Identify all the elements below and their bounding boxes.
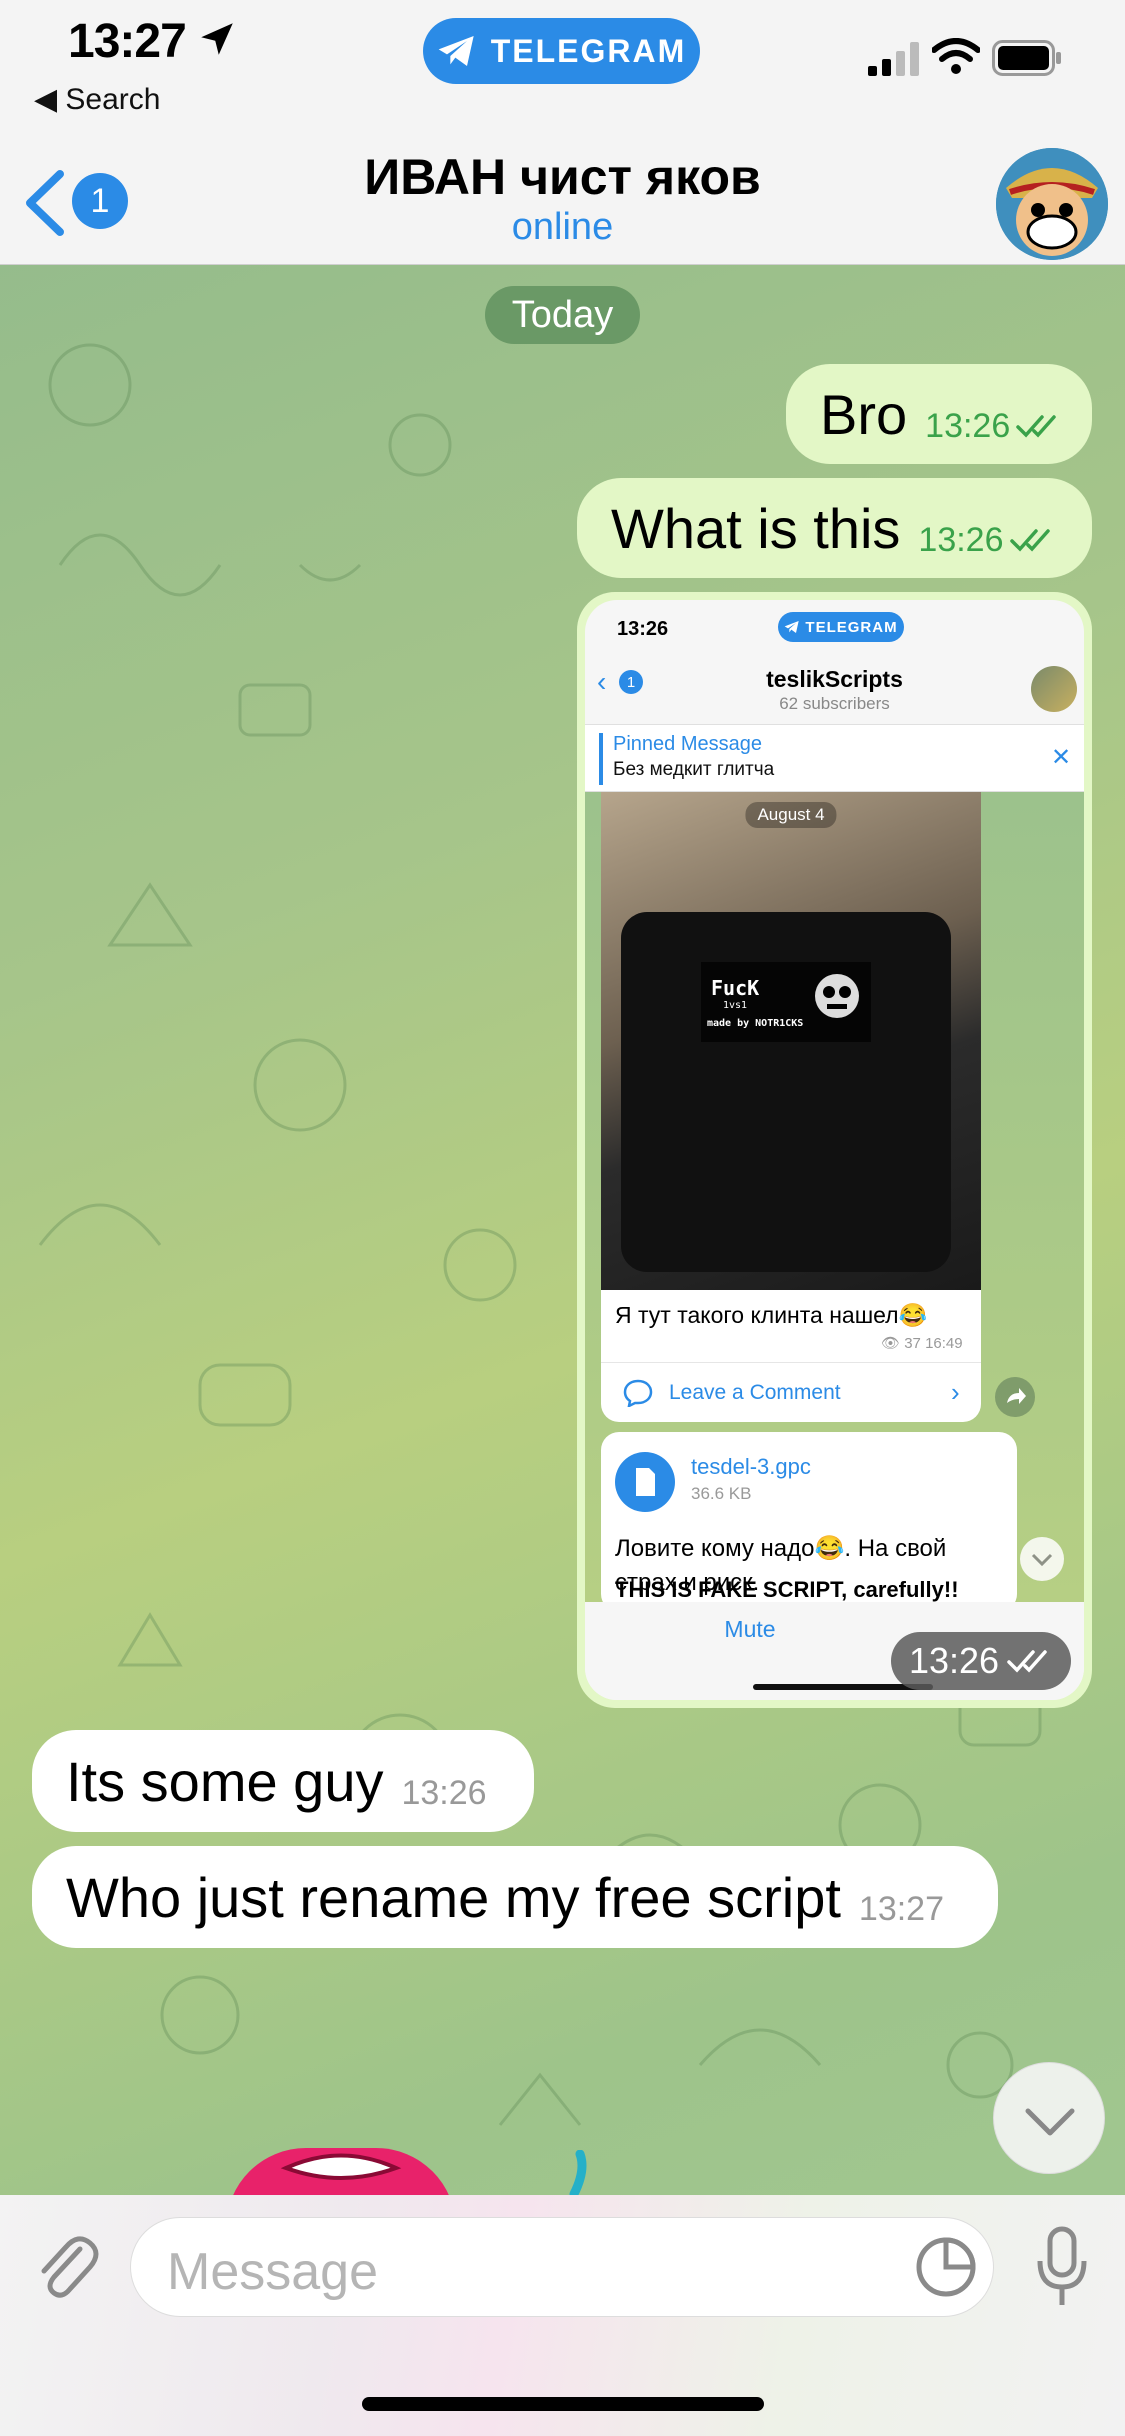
home-indicator (362, 2397, 764, 2411)
file-icon (615, 1452, 675, 1512)
chevron-right-icon: › (951, 1377, 960, 1407)
mute-button-label: Mute (724, 1616, 776, 1642)
chevron-down-icon (1031, 1553, 1053, 1567)
message-meta: 13:26 (918, 521, 1055, 560)
message-text: Who just rename my free script (66, 1865, 841, 1929)
message-time: 13:26 (401, 1773, 487, 1812)
message-time: 13:26 (925, 406, 1011, 445)
screenshot-chat-area: FucK 1vs1 made by NOTR1CKS August 4 Я ту… (585, 792, 1084, 1612)
double-check-icon (1016, 415, 1056, 438)
message-bubble-incoming[interactable]: Its some guy 13:26 (32, 1730, 534, 1832)
battery-icon (992, 40, 1061, 76)
sticker-icon[interactable] (915, 2236, 977, 2298)
screenshot-channel-title: teslikScripts (766, 666, 903, 692)
telegram-chat-screen: 13:27 ◀ Search TELEGRAM 1 ИВАН чист яков… (0, 0, 1125, 2436)
avatar[interactable] (996, 148, 1108, 260)
leave-comment-label: Leave a Comment (669, 1381, 841, 1404)
avatar-cartoon-face (996, 148, 1108, 260)
screenshot-telegram-pill: TELEGRAM (778, 612, 904, 642)
message-input[interactable]: Message (130, 2217, 994, 2317)
message-bubble-incoming[interactable]: Who just rename my free script 13:27 (32, 1846, 998, 1948)
file-warning-text: THIS IS FAKE SCRIPT, carefully!! (615, 1577, 959, 1602)
status-time: 13:27 (68, 15, 187, 68)
skull-face-icon (815, 974, 859, 1018)
message-time: 13:26 (918, 520, 1004, 559)
device-screen: FucK 1vs1 made by NOTR1CKS (701, 962, 871, 1042)
wifi-icon (932, 38, 980, 74)
screenshot-channel-post: FucK 1vs1 made by NOTR1CKS August 4 Я ту… (601, 792, 981, 1422)
message-time: 13:26 (908, 1640, 1000, 1681)
microphone-icon[interactable] (1032, 2225, 1092, 2309)
chat-header: 1 ИВАН чист яков online (0, 130, 1125, 265)
double-check-icon (1009, 529, 1050, 552)
pinned-text: Без медкит глитча (613, 759, 775, 780)
chat-title[interactable]: ИВАН чист яков (0, 148, 1125, 206)
message-text: Bro (820, 382, 908, 446)
file-warning-wrap: THIS IS FAKE SCRIPT, carefully!! (615, 1577, 1031, 1602)
pinned-accent-bar (599, 733, 603, 785)
share-arrow-icon (1007, 1388, 1026, 1404)
screenshot-scroll-down-icon (1020, 1537, 1064, 1581)
sticker-fragment (569, 2150, 587, 2199)
image-message-screenshot[interactable]: 13:26 TELEGRAM ‹ 1 teslikScripts 62 subs… (577, 592, 1092, 1708)
screenshot-channel-subscribers: 62 subscribers (779, 694, 890, 713)
attach-paperclip-icon[interactable] (30, 2227, 100, 2307)
file-size: 36.6 KB (691, 1484, 752, 1503)
telegram-app-pill[interactable]: TELEGRAM (423, 18, 700, 84)
message-meta: 13:26 (925, 407, 1062, 446)
share-icon (995, 1377, 1035, 1417)
scroll-to-bottom-button[interactable] (993, 2062, 1105, 2174)
document-icon (636, 1468, 655, 1496)
telegram-plane-icon (438, 36, 474, 66)
message-input-bar: Message (0, 2195, 1125, 2436)
screenshot-channel-avatar (1031, 666, 1077, 712)
device-screen-mode: 1vs1 (723, 1000, 748, 1011)
message-placeholder: Message (167, 2243, 378, 2301)
telegram-plane-icon (785, 621, 800, 633)
message-text: What is this (611, 496, 901, 560)
double-check-icon (1007, 1650, 1047, 1673)
file-name: tesdel-3.gpc (691, 1454, 811, 1479)
post-date: August 4 (745, 802, 837, 828)
screenshot-content: 13:26 TELEGRAM ‹ 1 teslikScripts 62 subs… (585, 600, 1084, 1700)
back-to-search-link[interactable]: ◀ Search (34, 82, 160, 117)
screenshot-pinned-message: Pinned Message Без медкит глитча ✕ (585, 724, 1084, 792)
message-bubble-outgoing[interactable]: Bro 13:26 (786, 364, 1092, 464)
post-views: 👁 37 16:49 (881, 1334, 963, 1352)
device-screen-credit: made by NOTR1CKS (707, 1018, 804, 1029)
screenshot-status-bar: 13:26 TELEGRAM (585, 600, 1084, 660)
screenshot-pill-label: TELEGRAM (805, 618, 898, 636)
device-screen-title: FucK (711, 976, 760, 1000)
telegram-pill-label: TELEGRAM (490, 32, 687, 69)
screenshot-time: 13:26 (617, 618, 669, 640)
post-caption: Я тут такого клинта нашел😂 (615, 1302, 928, 1328)
message-bubble-outgoing[interactable]: What is this 13:26 (577, 478, 1092, 578)
location-arrow-icon (201, 23, 233, 55)
scroll-down-chevron-icon (1025, 2108, 1075, 2136)
status-bar: 13:27 ◀ Search TELEGRAM (0, 0, 1125, 130)
leave-comment-row: Leave a Comment › (601, 1362, 981, 1422)
post-views-text: 37 16:49 (904, 1335, 963, 1352)
comment-bubble-icon (623, 1379, 653, 1407)
image-message-meta: 13:26 (891, 1632, 1071, 1690)
message-time: 13:27 (858, 1889, 944, 1928)
close-icon: ✕ (1051, 744, 1072, 771)
post-photo: FucK 1vs1 made by NOTR1CKS August 4 (601, 792, 981, 1290)
eye-icon: 👁 (881, 1335, 905, 1352)
signal-icon (868, 42, 919, 76)
chat-status: online (511, 206, 614, 248)
message-text: Its some guy (66, 1749, 384, 1813)
date-separator: Today (485, 286, 640, 344)
pinned-title: Pinned Message (613, 733, 762, 755)
